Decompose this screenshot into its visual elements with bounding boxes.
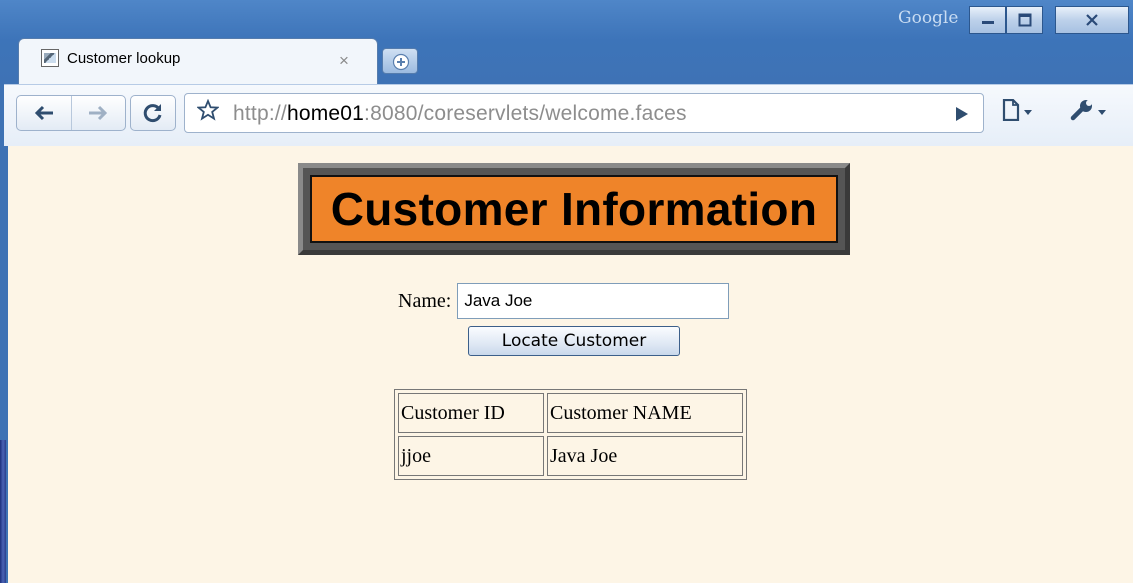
title-banner: Customer Information <box>298 163 850 255</box>
wrench-icon <box>1070 100 1092 121</box>
chevron-down-icon <box>1024 109 1032 115</box>
title-banner-inner: Customer Information <box>310 175 838 243</box>
url-text[interactable]: http://home01:8080/coreservlets/welcome.… <box>233 102 687 126</box>
desktop-edge <box>0 440 6 583</box>
address-bar[interactable]: http://home01:8080/coreservlets/welcome.… <box>184 93 984 133</box>
maximize-button[interactable] <box>1006 6 1043 34</box>
name-label: Name: <box>398 289 452 312</box>
star-icon[interactable] <box>196 98 220 127</box>
forward-arrow-icon <box>89 105 108 121</box>
new-tab-button[interactable] <box>382 48 418 74</box>
close-icon <box>1086 14 1098 26</box>
google-branding: Google <box>898 8 959 28</box>
plus-icon <box>392 53 410 71</box>
chevron-down-icon <box>1098 109 1106 115</box>
page-content: Customer Information Name: Locate Custom… <box>8 146 1133 583</box>
close-window-button[interactable] <box>1055 6 1129 34</box>
locate-customer-button[interactable]: Locate Customer <box>468 326 680 356</box>
reload-icon <box>143 104 162 123</box>
table-cell-customer-name: Java Joe <box>547 436 743 476</box>
navigation-buttons <box>16 95 126 131</box>
reload-button[interactable] <box>130 95 176 131</box>
tab-customer-lookup[interactable]: Customer lookup × <box>18 38 378 84</box>
browser-toolbar: http://home01:8080/coreservlets/welcome.… <box>4 84 1133 146</box>
minimize-icon <box>981 21 994 24</box>
table-header-customer-id: Customer ID <box>398 393 544 433</box>
tab-close-icon[interactable]: × <box>339 51 349 71</box>
back-button[interactable] <box>17 96 71 130</box>
maximize-icon <box>1018 13 1031 27</box>
url-path: :8080/coreservlets/welcome.faces <box>364 102 687 125</box>
name-input[interactable] <box>457 283 730 319</box>
page-menu-icon <box>1002 99 1020 121</box>
tools-menu-button[interactable] <box>1070 99 1106 121</box>
page-title: Customer Information <box>330 183 818 235</box>
play-icon[interactable] <box>956 107 968 121</box>
forward-button[interactable] <box>70 96 126 130</box>
table-cell-customer-id: jjoe <box>398 436 544 476</box>
minimize-button[interactable] <box>969 6 1006 34</box>
name-form-row: Name: <box>398 283 730 319</box>
table-header-customer-name: Customer NAME <box>547 393 743 433</box>
page-menu-button[interactable] <box>1002 99 1032 121</box>
back-arrow-icon <box>34 105 53 121</box>
table-row: jjoe Java Joe <box>398 436 743 476</box>
url-scheme: http:// <box>233 102 287 125</box>
window-controls <box>969 6 1129 34</box>
page-favicon-icon <box>41 49 59 67</box>
table-header-row: Customer ID Customer NAME <box>398 393 743 433</box>
customer-results-table: Customer ID Customer NAME jjoe Java Joe <box>394 389 747 480</box>
url-host: home01 <box>286 102 365 125</box>
tab-title: Customer lookup <box>67 49 181 67</box>
